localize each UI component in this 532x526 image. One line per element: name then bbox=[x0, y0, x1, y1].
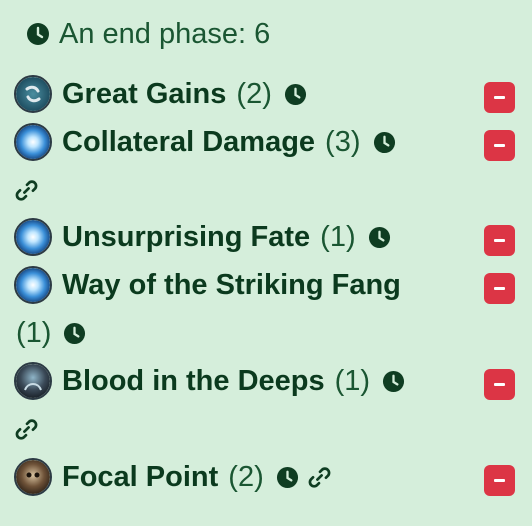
card-name: Blood in the Deeps bbox=[62, 364, 325, 397]
remove-button[interactable] bbox=[484, 225, 515, 256]
card-name: Way of the Striking Fang bbox=[62, 268, 401, 301]
link-icon[interactable] bbox=[14, 178, 39, 203]
card-name: Focal Point bbox=[62, 460, 219, 493]
clock-icon bbox=[27, 23, 49, 45]
card-count: (1) bbox=[334, 364, 371, 397]
card-count: (2) bbox=[228, 460, 264, 493]
card-avatar bbox=[14, 266, 52, 304]
remove-button[interactable] bbox=[484, 273, 515, 304]
remove-button[interactable] bbox=[484, 130, 515, 161]
link-icon[interactable] bbox=[14, 417, 39, 442]
card-avatar bbox=[14, 123, 52, 161]
card-count: (1) bbox=[16, 316, 52, 349]
clock-icon bbox=[276, 466, 298, 488]
phase-title: An end phase: 6 bbox=[59, 18, 271, 50]
remove-button[interactable] bbox=[484, 369, 515, 400]
phase-header: An end phase: 6 bbox=[14, 14, 270, 54]
clock-icon bbox=[383, 370, 405, 392]
clock-icon bbox=[368, 226, 390, 248]
card-count: (2) bbox=[236, 77, 272, 110]
card-avatar bbox=[14, 362, 52, 400]
card-name: Unsurprising Fate bbox=[62, 220, 311, 253]
card-count: (3) bbox=[325, 125, 361, 158]
remove-button[interactable] bbox=[484, 465, 515, 496]
clock-icon bbox=[64, 322, 86, 344]
link-icon[interactable] bbox=[307, 465, 332, 490]
card-avatar bbox=[14, 458, 52, 496]
card-avatar bbox=[14, 218, 52, 256]
clock-icon bbox=[284, 83, 306, 105]
card-name: Collateral Damage bbox=[62, 125, 316, 158]
remove-button[interactable] bbox=[484, 82, 515, 113]
clock-icon bbox=[373, 131, 395, 153]
card-name: Great Gains bbox=[62, 77, 227, 110]
card-count: (1) bbox=[320, 220, 356, 253]
card-avatar bbox=[14, 75, 52, 113]
